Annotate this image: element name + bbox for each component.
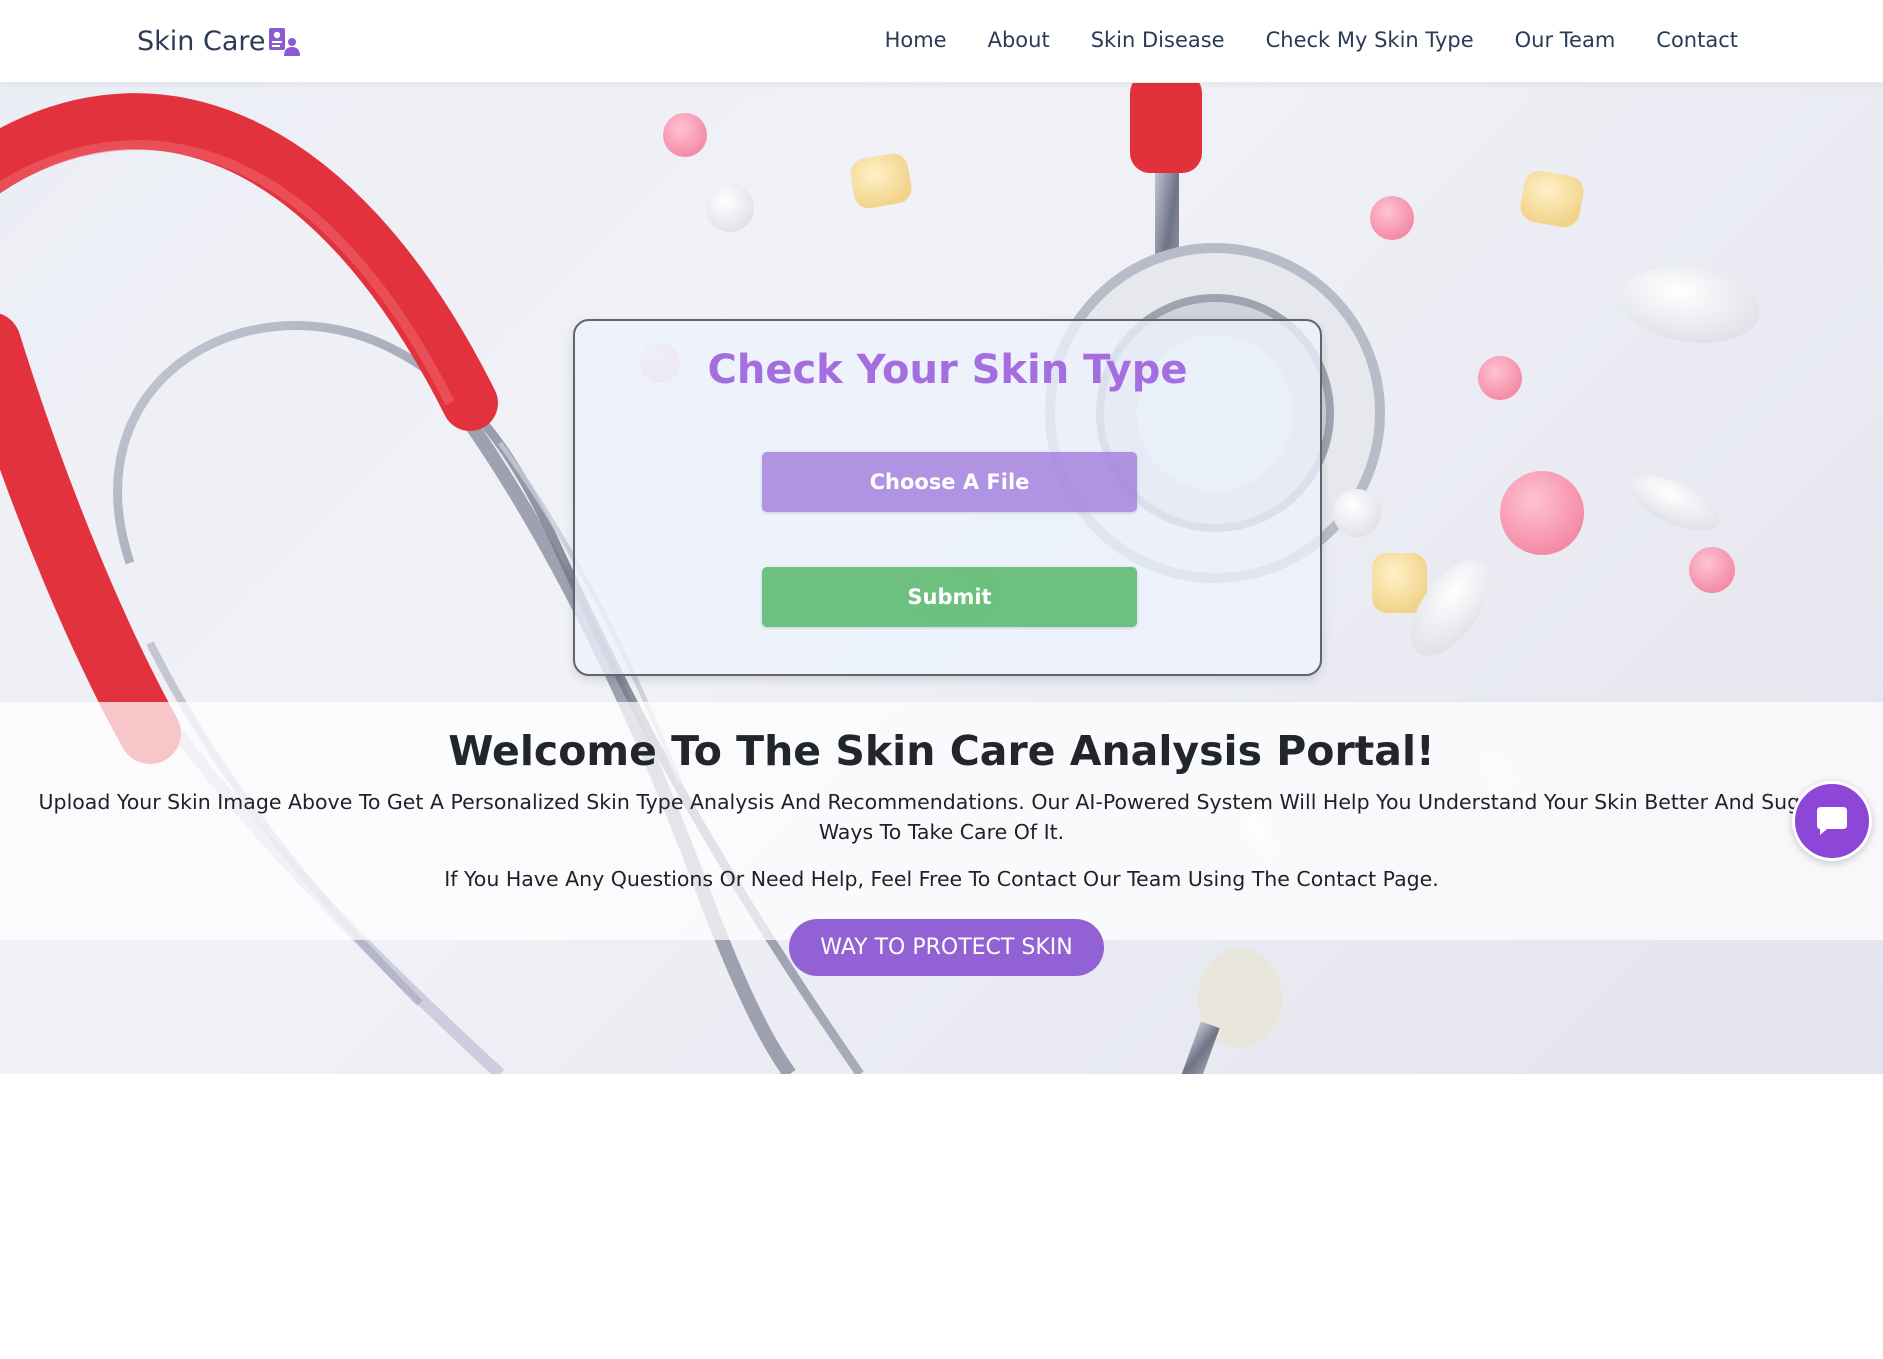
- card-title: Check Your Skin Type: [707, 347, 1188, 393]
- brand-name: Skin Care: [137, 26, 266, 57]
- nav-home[interactable]: Home: [885, 28, 947, 52]
- nav-our-team[interactable]: Our Team: [1515, 28, 1616, 52]
- welcome-title: Welcome To The Skin Care Analysis Portal…: [448, 727, 1435, 775]
- submit-button[interactable]: Submit: [762, 567, 1137, 627]
- nav-skin-disease[interactable]: Skin Disease: [1091, 28, 1225, 52]
- hero-section: Check Your Skin Type Choose A File Submi…: [0, 83, 1883, 1074]
- main-nav: Home About Skin Disease Check My Skin Ty…: [844, 28, 1738, 52]
- chat-bubble-icon: [1817, 807, 1847, 835]
- nav-check-skin-type[interactable]: Check My Skin Type: [1266, 28, 1474, 52]
- skin-type-card: Check Your Skin Type Choose A File Submi…: [573, 319, 1322, 676]
- choose-file-button[interactable]: Choose A File: [762, 452, 1137, 512]
- protect-skin-button[interactable]: WAY TO PROTECT SKIN: [789, 919, 1104, 976]
- navbar: Skin Care Home About Skin Disease Check …: [0, 0, 1883, 83]
- welcome-paragraph-2: If You Have Any Questions Or Need Help, …: [444, 867, 1439, 891]
- id-card-person-icon: [268, 27, 300, 56]
- nav-about[interactable]: About: [988, 28, 1050, 52]
- nav-contact[interactable]: Contact: [1656, 28, 1738, 52]
- chat-button[interactable]: [1792, 781, 1872, 861]
- welcome-band: Welcome To The Skin Care Analysis Portal…: [0, 702, 1883, 940]
- welcome-paragraph-1: Upload Your Skin Image Above To Get A Pe…: [38, 790, 1845, 844]
- brand-logo[interactable]: Skin Care: [137, 26, 300, 57]
